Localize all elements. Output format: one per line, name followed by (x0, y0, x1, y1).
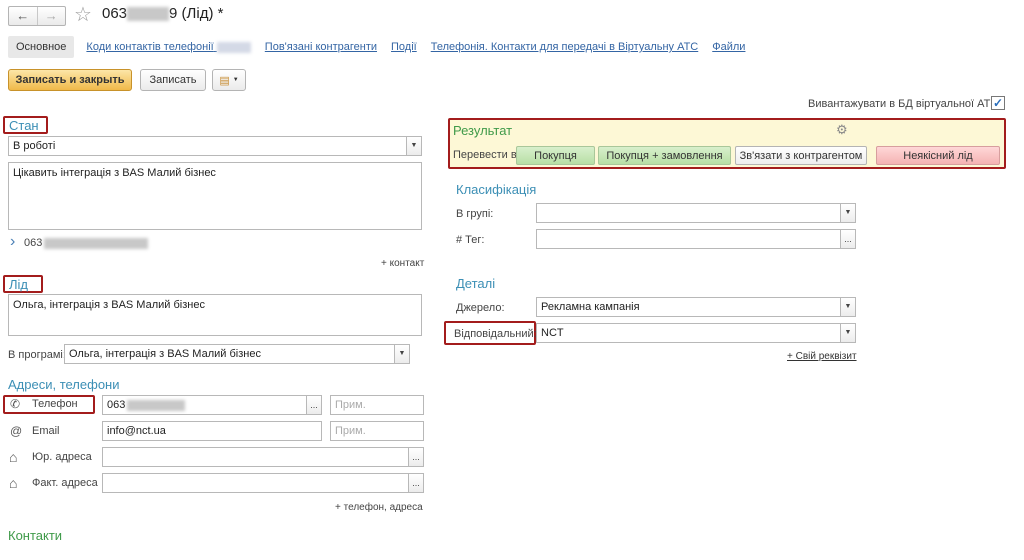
chevron-down-icon[interactable]: ▼ (840, 324, 855, 342)
house-icon: ⌂ (9, 449, 18, 465)
email-note-input[interactable]: Прим. (330, 421, 424, 441)
ellipsis-icon[interactable]: ... (306, 396, 321, 414)
actual-address-label: Факт. адреса (32, 477, 98, 489)
comment-textarea[interactable]: Цікавить інтеграція з BAS Малий бізнес (8, 162, 422, 230)
section-title-contacts: Контакти (8, 528, 63, 543)
redacted-number (127, 7, 170, 22)
chevron-down-icon[interactable]: ▼ (840, 204, 855, 222)
status-select[interactable]: В роботі ▼ (8, 136, 422, 156)
group-label: В групі: (456, 208, 494, 220)
nav-buttons: ← → (8, 6, 66, 26)
tab-linked-counterparties[interactable]: Пов'язані контрагенти (265, 41, 377, 53)
ellipsis-icon[interactable]: ... (840, 230, 855, 248)
at-icon: @ (10, 424, 23, 438)
group-select[interactable]: ▼ (536, 203, 856, 223)
legal-address-input[interactable]: ... (102, 447, 424, 467)
document-icon: ▤ (219, 74, 230, 87)
email-input[interactable]: info@nct.ua (102, 421, 322, 441)
phone-label: Телефон (32, 398, 78, 410)
tab-phone-codes[interactable]: Коди контактів телефонії (86, 41, 251, 53)
tab-events[interactable]: Події (391, 41, 417, 53)
gear-icon[interactable]: ⚙ (836, 122, 848, 138)
result-panel: Результат ⚙ Перевести в: Покупця Покупця… (448, 118, 1006, 169)
favorite-star-icon[interactable]: ☆ (74, 2, 92, 27)
source-label: Джерело: (456, 302, 505, 314)
phone-note-input[interactable]: Прим. (330, 395, 424, 415)
responsible-label: Відповідальний: (454, 328, 537, 340)
chevron-down-icon[interactable]: ▼ (840, 298, 855, 316)
source-select[interactable]: Рекламна кампанія ▼ (536, 297, 856, 317)
chevron-down-icon: ▼ (232, 77, 239, 83)
phone-input[interactable]: 063 ... (102, 395, 322, 415)
section-title-lid: Лід (9, 277, 29, 292)
report-menu-button[interactable]: ▤ ▼ (212, 69, 246, 91)
forward-icon[interactable]: → (36, 7, 66, 25)
legal-address-label: Юр. адреса (32, 451, 92, 463)
expand-chevron-icon[interactable]: › (10, 233, 15, 251)
phone-icon: ✆ (10, 397, 21, 411)
add-contact-link[interactable]: + контакт (381, 258, 424, 269)
program-select[interactable]: Ольга, інтеграція з BAS Малий бізнес ▼ (64, 344, 410, 364)
tag-label: # Тег: (456, 234, 485, 246)
bad-lead-button[interactable]: Неякісний лід (876, 146, 1000, 165)
chevron-down-icon[interactable]: ▼ (406, 137, 421, 155)
tab-main[interactable]: Основное (8, 36, 75, 58)
section-title-addresses: Адреси, телефони (8, 377, 120, 392)
save-button[interactable]: Записать (140, 69, 206, 91)
section-title-classification: Класифікація (456, 182, 537, 197)
section-title-stan: Стан (9, 118, 39, 133)
lead-description-textarea[interactable]: Ольга, інтеграція з BAS Малий бізнес (8, 294, 422, 336)
program-label: В програмі: (8, 349, 66, 361)
tag-input[interactable]: ... (536, 229, 856, 249)
convert-to-buyer-button[interactable]: Покупця (516, 146, 595, 165)
house-icon: ⌂ (9, 475, 18, 491)
chevron-down-icon[interactable]: ▼ (394, 345, 409, 363)
add-phone-address-link[interactable]: + телефон, адреса (335, 502, 423, 513)
tab-telephony-contacts[interactable]: Телефонія. Контакти для передачі в Вірту… (431, 41, 699, 53)
convert-label: Перевести в: (453, 149, 520, 161)
export-checkbox[interactable]: ✓ (991, 96, 1005, 110)
tab-bar: Основное Коди контактів телефонії Пов'яз… (8, 35, 759, 59)
responsible-select[interactable]: NCT ▼ (536, 323, 856, 343)
email-label: Email (32, 425, 60, 437)
ellipsis-icon[interactable]: ... (408, 448, 423, 466)
tab-files[interactable]: Файли (712, 41, 745, 53)
custom-attribute-link[interactable]: + Свій реквізит (787, 351, 857, 362)
export-checkbox-label: Вивантажувати в БД віртуальної АТС: (808, 98, 1002, 110)
back-icon[interactable]: ← (9, 7, 37, 25)
ellipsis-icon[interactable]: ... (408, 474, 423, 492)
actual-address-input[interactable]: ... (102, 473, 424, 493)
link-counterparty-button[interactable]: Зв'язати з контрагентом (735, 146, 867, 165)
contact-phone: 063 (24, 237, 149, 249)
convert-to-buyer-order-button[interactable]: Покупця + замовлення (598, 146, 731, 165)
page-title: 063 9 (Лід) * (102, 5, 224, 22)
section-title-details: Деталі (456, 276, 496, 291)
save-and-close-button[interactable]: Записать и закрыть (8, 69, 132, 91)
result-title: Результат (453, 123, 513, 138)
